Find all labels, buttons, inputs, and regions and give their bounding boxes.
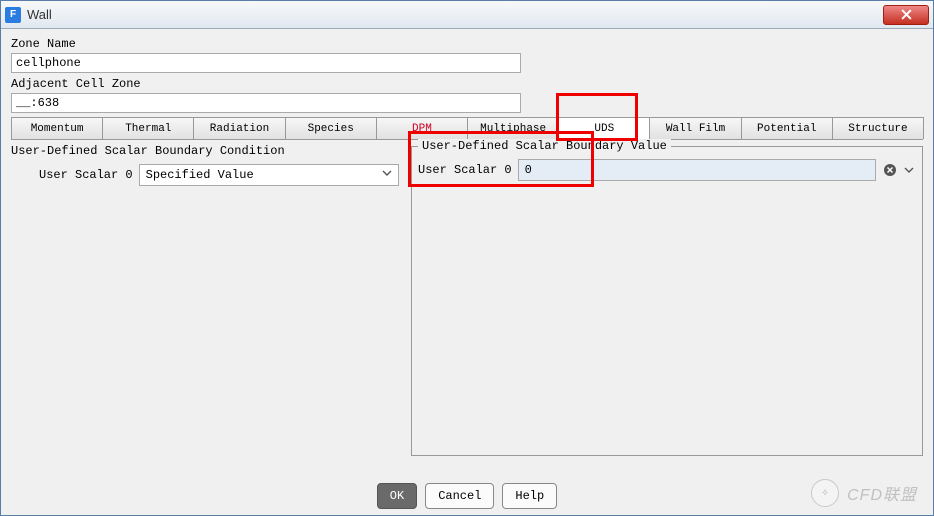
- tab-bar: Momentum Thermal Radiation Species DPM M…: [11, 117, 923, 140]
- cancel-button[interactable]: Cancel: [425, 483, 494, 509]
- tab-multiphase[interactable]: Multiphase: [467, 117, 559, 139]
- help-button[interactable]: Help: [502, 483, 557, 509]
- tab-potential[interactable]: Potential: [741, 117, 833, 139]
- clear-icon: [883, 163, 897, 177]
- bv-row: User Scalar 0: [418, 159, 916, 181]
- tab-thermal[interactable]: Thermal: [102, 117, 194, 139]
- bc-heading: User-Defined Scalar Boundary Condition: [11, 144, 411, 158]
- watermark-text: CFD联盟: [847, 481, 917, 505]
- zone-name-input[interactable]: [11, 53, 521, 73]
- ok-button[interactable]: OK: [377, 483, 417, 509]
- app-icon: F: [5, 7, 21, 23]
- bc-row-label: User Scalar 0: [39, 168, 133, 182]
- zone-name-label: Zone Name: [11, 37, 923, 51]
- bv-value-input[interactable]: [518, 159, 876, 181]
- tab-uds[interactable]: UDS: [558, 117, 650, 139]
- watermark: ✧ CFD联盟: [811, 479, 917, 507]
- adjacent-zone-input[interactable]: [11, 93, 521, 113]
- clear-button[interactable]: [880, 160, 900, 180]
- dialog-footer: OK Cancel Help: [1, 483, 933, 509]
- bv-heading: User-Defined Scalar Boundary Value: [418, 139, 671, 153]
- bv-row-label: User Scalar 0: [418, 163, 512, 177]
- window-title: Wall: [27, 7, 883, 22]
- close-icon: [901, 9, 912, 20]
- wall-dialog: F Wall Zone Name Adjacent Cell Zone Mome…: [0, 0, 934, 516]
- chevron-down-icon: [382, 168, 392, 182]
- tab-wall-film[interactable]: Wall Film: [649, 117, 741, 139]
- tab-momentum[interactable]: Momentum: [11, 117, 103, 139]
- close-button[interactable]: [883, 5, 929, 25]
- panels: User-Defined Scalar Boundary Condition U…: [11, 146, 923, 456]
- bv-dropdown-caret[interactable]: [902, 165, 916, 175]
- tab-structure[interactable]: Structure: [832, 117, 924, 139]
- bc-row: User Scalar 0 Specified Value: [39, 164, 411, 186]
- boundary-condition-panel: User-Defined Scalar Boundary Condition U…: [11, 146, 411, 456]
- tab-radiation[interactable]: Radiation: [193, 117, 285, 139]
- titlebar: F Wall: [1, 1, 933, 29]
- watermark-icon: ✧: [811, 479, 839, 507]
- chevron-down-icon: [904, 165, 914, 175]
- adjacent-zone-label: Adjacent Cell Zone: [11, 77, 923, 91]
- boundary-value-panel: User-Defined Scalar Boundary Value User …: [411, 146, 923, 456]
- bc-dropdown[interactable]: Specified Value: [139, 164, 399, 186]
- dialog-content: Zone Name Adjacent Cell Zone Momentum Th…: [1, 29, 933, 464]
- bc-dropdown-value: Specified Value: [146, 168, 254, 182]
- tab-species[interactable]: Species: [285, 117, 377, 139]
- tab-dpm[interactable]: DPM: [376, 117, 468, 139]
